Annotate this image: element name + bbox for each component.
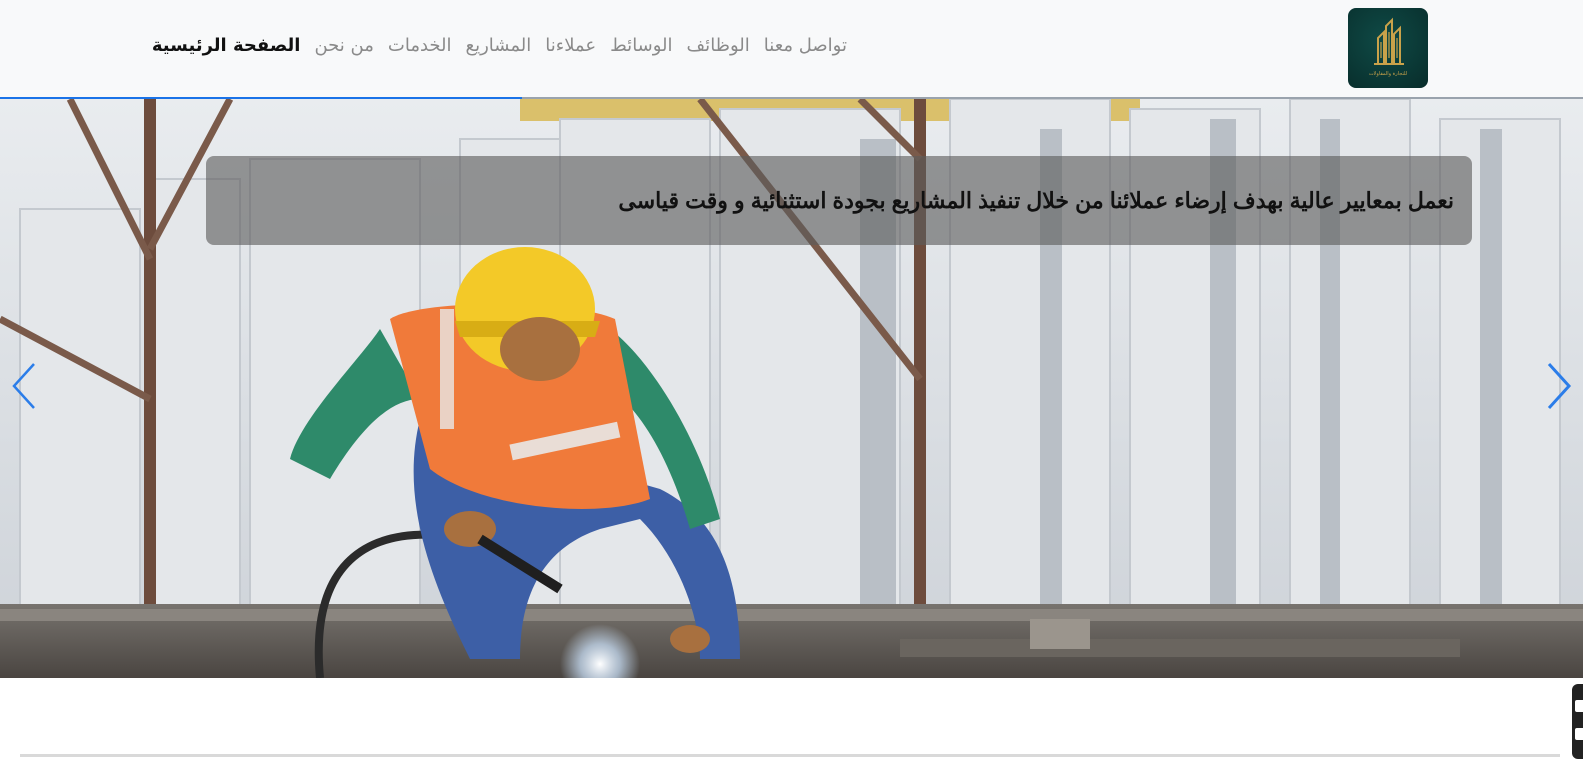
nav-item-services[interactable]: الخدمات — [388, 33, 452, 59]
nav-item-about[interactable]: من نحن — [314, 33, 373, 59]
floating-side-widget[interactable] — [1572, 684, 1583, 759]
chevron-right-icon — [1547, 362, 1572, 410]
carousel-prev-button[interactable] — [8, 361, 40, 411]
side-widget-icon — [1575, 700, 1583, 712]
nav-item-contact[interactable]: تواصل معنا — [764, 33, 847, 59]
hero-caption: نعمل بمعايير عالية بهدف إرضاء عملائنا من… — [618, 187, 1454, 213]
content-section — [0, 678, 1583, 759]
hero-carousel: نعمل بمعايير عالية بهدف إرضاء عملائنا من… — [0, 99, 1583, 678]
nav-item-home[interactable]: الصفحة الرئيسية — [152, 33, 301, 59]
main-nav: الصفحة الرئيسية من نحن الخدمات المشاريع … — [152, 33, 847, 59]
nav-item-careers[interactable]: الوظائف — [687, 33, 750, 59]
section-divider — [20, 754, 1560, 757]
site-header: الصفحة الرئيسية من نحن الخدمات المشاريع … — [0, 0, 1583, 97]
side-widget-icon — [1575, 728, 1583, 740]
carousel-next-button[interactable] — [1543, 361, 1575, 411]
nav-item-projects[interactable]: المشاريع — [466, 33, 532, 59]
logo-caption: للتجارة والمقاولات — [1368, 71, 1408, 77]
nav-item-media[interactable]: الوسائط — [610, 33, 672, 59]
site-logo[interactable]: للتجارة والمقاولات — [1348, 8, 1428, 88]
chevron-left-icon — [12, 363, 35, 409]
hero-caption-box: نعمل بمعايير عالية بهدف إرضاء عملائنا من… — [206, 156, 1472, 245]
nav-item-clients[interactable]: عملاءنا — [545, 33, 596, 59]
